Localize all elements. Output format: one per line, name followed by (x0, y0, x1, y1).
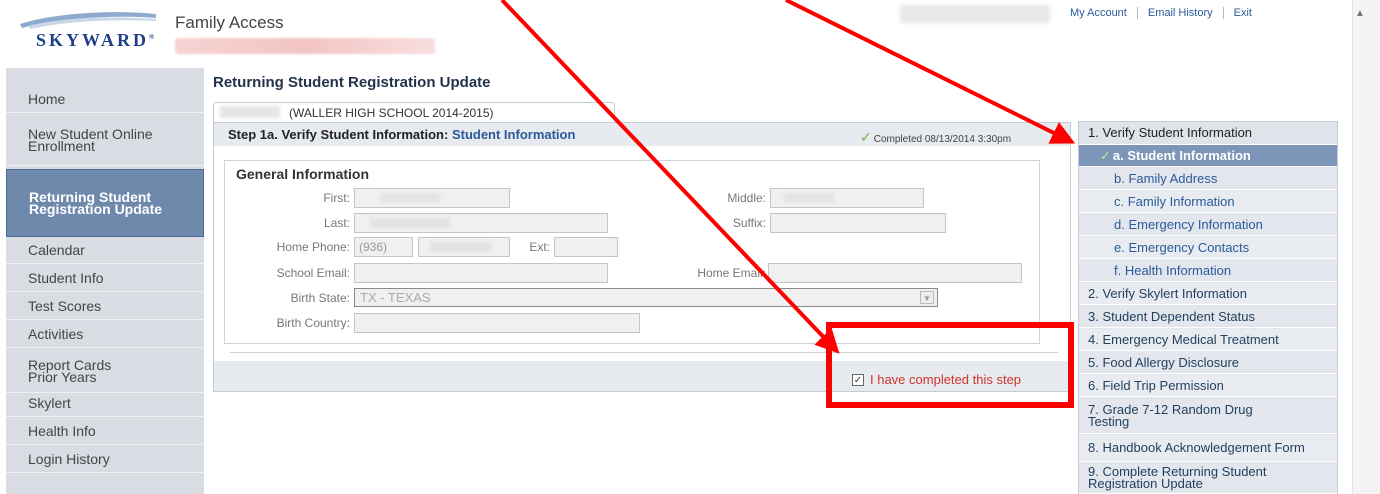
check-icon: ✓ (1100, 147, 1111, 163)
general-information-title: General Information (236, 166, 370, 182)
step-title-link[interactable]: Student Information (452, 127, 576, 142)
chevron-down-icon[interactable]: ▼ (920, 291, 934, 304)
step-1c-family-information[interactable]: c. Family Information (1079, 191, 1337, 213)
redacted-last (370, 218, 450, 228)
nav-item-activities[interactable]: Activities (6, 321, 204, 348)
left-nav: Home New Student Online Enrollment Retur… (6, 68, 204, 494)
redacted-first (380, 193, 440, 203)
redacted-phone (430, 242, 492, 252)
top-links: My Account Email History Exit (1060, 7, 1262, 19)
redacted-tab-name (220, 106, 280, 118)
skyward-logo[interactable]: SKYWARD® (18, 8, 158, 50)
nav-item-new-student-online-enrollment[interactable]: New Student Online Enrollment (6, 114, 204, 166)
middle-label: Middle: (727, 191, 766, 205)
logo-swoosh-icon (20, 12, 156, 29)
step-8-handbook-acknowledgement[interactable]: 8. Handbook Acknowledgement Form (1079, 435, 1337, 462)
step-5-food-allergy-disclosure[interactable]: 5. Food Allergy Disclosure (1079, 352, 1337, 374)
step-1-verify-student-information[interactable]: 1. Verify Student Information (1079, 122, 1337, 145)
tab-label: (WALLER HIGH SCHOOL 2014-2015) (289, 106, 494, 120)
redacted-user-name (900, 5, 1050, 23)
nav-item-home[interactable]: Home (6, 86, 204, 113)
scroll-up-icon[interactable]: ▲ (1355, 8, 1365, 19)
step-1a-student-information[interactable]: ✓ a. Student Information (1079, 145, 1337, 167)
suffix-label: Suffix: (732, 216, 766, 230)
nav-item-test-scores[interactable]: Test Scores (6, 293, 204, 320)
header: SKYWARD® Family Access My Account Email … (0, 0, 1380, 68)
completed-step-checkbox-row[interactable]: ✓ I have completed this step (852, 372, 1021, 387)
birth-state-select[interactable]: TX - TEXAS ▼ (354, 288, 938, 307)
completed-step-checkbox[interactable]: ✓ (852, 373, 864, 386)
birth-state-value: TX - TEXAS (360, 290, 431, 305)
nav-item-calendar[interactable]: Calendar (6, 237, 204, 264)
step-2-verify-skylert-information[interactable]: 2. Verify Skylert Information (1079, 283, 1337, 305)
school-email-field[interactable] (354, 263, 608, 283)
birth-country-label: Birth Country: (276, 316, 350, 330)
nav-item-skylert[interactable]: Skylert (6, 390, 204, 417)
completed-text: Completed 08/13/2014 3:30pm (873, 134, 1012, 145)
step-title: Step 1a. Verify Student Information: Stu… (228, 127, 575, 142)
home-phone-area-field[interactable]: (936) (354, 237, 413, 257)
step-1e-emergency-contacts[interactable]: e. Emergency Contacts (1079, 237, 1337, 259)
exit-link[interactable]: Exit (1224, 7, 1262, 19)
home-phone-label: Home Phone: (276, 240, 350, 254)
redacted-middle (784, 193, 834, 203)
app-title: Family Access (175, 13, 284, 32)
birth-country-field[interactable] (354, 313, 640, 333)
school-email-label: School Email: (276, 266, 350, 280)
email-history-link[interactable]: Email History (1138, 7, 1224, 19)
logo-text: SKYWARD® (36, 30, 155, 50)
step-1b-family-address[interactable]: b. Family Address (1079, 168, 1337, 190)
completed-step-label[interactable]: I have completed this step (870, 372, 1021, 387)
nav-item-login-history[interactable]: Login History (6, 446, 204, 473)
step-1f-health-information[interactable]: f. Health Information (1079, 260, 1337, 282)
nav-item-report-cards-prior-years[interactable]: Report Cards Prior Years (6, 349, 204, 393)
step-4-emergency-medical-treatment[interactable]: 4. Emergency Medical Treatment (1079, 329, 1337, 351)
redacted-student-name (175, 38, 435, 54)
check-icon: ✓ (860, 129, 872, 145)
step-title-text: Step 1a. Verify Student Information: (228, 127, 449, 142)
my-account-link[interactable]: My Account (1060, 7, 1138, 19)
step-7-random-drug-testing[interactable]: 7. Grade 7-12 Random Drug Testing (1079, 398, 1337, 434)
page-scrollbar[interactable] (1352, 0, 1380, 494)
step-6-field-trip-permission[interactable]: 6. Field Trip Permission (1079, 375, 1337, 397)
page-title: Returning Student Registration Update (213, 74, 491, 91)
completed-status: ✓ Completed 08/13/2014 3:30pm (860, 129, 1011, 146)
step-label: a. Student Information (1112, 147, 1251, 163)
suffix-field[interactable] (770, 213, 946, 233)
last-label: Last: (323, 216, 350, 230)
divider (230, 352, 1058, 353)
ext-label: Ext: (529, 240, 550, 254)
ext-field[interactable] (554, 237, 618, 257)
nav-item-health-info[interactable]: Health Info (6, 418, 204, 445)
step-3-student-dependent-status[interactable]: 3. Student Dependent Status (1079, 306, 1337, 328)
step-1d-emergency-information[interactable]: d. Emergency Information (1079, 214, 1337, 236)
birth-state-label: Birth State: (290, 291, 350, 305)
home-email-label: Home Email: (697, 266, 766, 280)
step-9-complete-registration[interactable]: 9. Complete Returning Student Registrati… (1079, 463, 1337, 494)
first-label: First: (323, 191, 350, 205)
nav-item-returning-student-registration-update[interactable]: Returning Student Registration Update (6, 169, 204, 237)
home-email-field[interactable] (768, 263, 1022, 283)
nav-item-student-info[interactable]: Student Info (6, 265, 204, 292)
